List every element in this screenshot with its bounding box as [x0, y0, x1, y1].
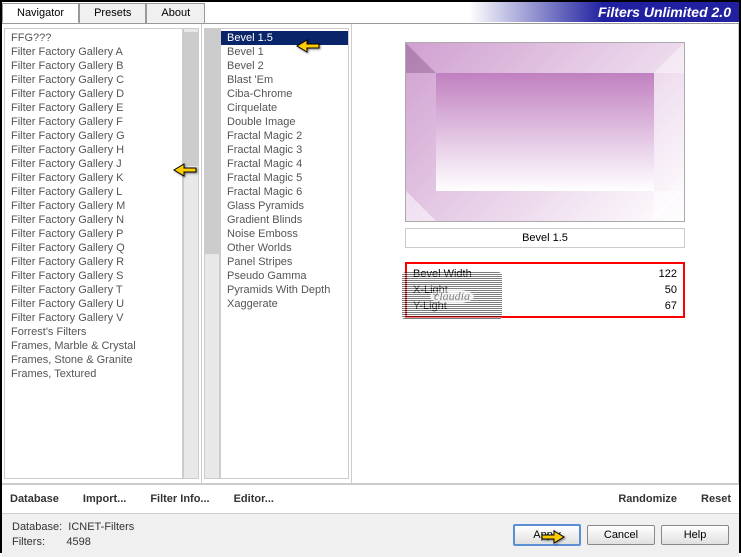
toolbar: Database Import... Filter Info... Editor…	[2, 484, 739, 514]
list-item[interactable]: Filter Factory Gallery S	[5, 269, 182, 283]
list-item[interactable]: Fractal Magic 3	[221, 143, 348, 157]
list-item[interactable]: Filter Factory Gallery U	[5, 297, 182, 311]
preview-image	[405, 42, 685, 222]
pointer-icon	[540, 525, 566, 545]
list-item[interactable]: Filter Factory Gallery J	[5, 157, 182, 171]
list-item[interactable]: Filter Factory Gallery V	[5, 311, 182, 325]
list-item[interactable]: Xaggerate	[221, 297, 348, 311]
db-info: Database: ICNET-Filters Filters: 4598	[12, 520, 134, 551]
main: FFG???Filter Factory Gallery AFilter Fac…	[2, 24, 739, 484]
filter-list[interactable]: Bevel 1.5Bevel 1Bevel 2Blast 'EmCiba-Chr…	[220, 28, 349, 479]
filter-scrollbar[interactable]	[204, 28, 220, 479]
tab-about[interactable]: About	[146, 3, 205, 23]
list-item[interactable]: Filter Factory Gallery Q	[5, 241, 182, 255]
list-item[interactable]: Fractal Magic 5	[221, 171, 348, 185]
pointer-icon	[172, 158, 198, 178]
list-item[interactable]: Filter Factory Gallery C	[5, 73, 182, 87]
scroll-thumb[interactable]	[205, 29, 219, 254]
reset-button[interactable]: Reset	[701, 491, 731, 507]
list-item[interactable]: Filter Factory Gallery M	[5, 199, 182, 213]
scroll-thumb[interactable]	[184, 32, 198, 167]
list-item[interactable]: Forrest's Filters	[5, 325, 182, 339]
import-button[interactable]: Import...	[83, 491, 126, 507]
filter-name-label: Bevel 1.5	[405, 228, 685, 248]
list-item[interactable]: Cirquelate	[221, 101, 348, 115]
list-item[interactable]: Fractal Magic 2	[221, 129, 348, 143]
list-item[interactable]: Blast 'Em	[221, 73, 348, 87]
filter-panel: Bevel 1.5Bevel 1Bevel 2Blast 'EmCiba-Chr…	[202, 24, 352, 483]
list-item[interactable]: Filter Factory Gallery P	[5, 227, 182, 241]
list-item[interactable]: Filter Factory Gallery G	[5, 129, 182, 143]
filter-info-button[interactable]: Filter Info...	[150, 491, 209, 507]
preview-panel: Bevel 1.5 Bevel Width 122 X-Light 50 Y-L…	[352, 24, 739, 483]
list-item[interactable]: Noise Emboss	[221, 227, 348, 241]
list-item[interactable]: Bevel 1	[221, 45, 348, 59]
list-item[interactable]: Fractal Magic 6	[221, 185, 348, 199]
footer: Database: ICNET-Filters Filters: 4598 Ap…	[2, 514, 739, 557]
list-item[interactable]: Pseudo Gamma	[221, 269, 348, 283]
list-item[interactable]: Ciba-Chrome	[221, 87, 348, 101]
list-item[interactable]: Filter Factory Gallery B	[5, 59, 182, 73]
tabs: Navigator Presets About	[2, 3, 205, 23]
list-item[interactable]: Frames, Marble & Crystal	[5, 339, 182, 353]
category-list[interactable]: FFG???Filter Factory Gallery AFilter Fac…	[4, 28, 183, 479]
param-value: 122	[659, 268, 677, 280]
tab-navigator[interactable]: Navigator	[2, 3, 79, 23]
list-item[interactable]: Bevel 2	[221, 59, 348, 73]
list-item[interactable]: Filter Factory Gallery T	[5, 283, 182, 297]
list-item[interactable]: Double Image	[221, 115, 348, 129]
header: Navigator Presets About Filters Unlimite…	[2, 2, 739, 24]
list-item[interactable]: Fractal Magic 4	[221, 157, 348, 171]
app-window: Navigator Presets About Filters Unlimite…	[0, 0, 741, 553]
list-item[interactable]: Panel Stripes	[221, 255, 348, 269]
category-panel: FFG???Filter Factory Gallery AFilter Fac…	[2, 24, 202, 483]
app-title: Filters Unlimited 2.0	[469, 2, 739, 22]
list-item[interactable]: Gradient Blinds	[221, 213, 348, 227]
pointer-icon	[295, 34, 321, 54]
list-item[interactable]: Filter Factory Gallery R	[5, 255, 182, 269]
list-item[interactable]: Glass Pyramids	[221, 199, 348, 213]
list-item[interactable]: Filter Factory Gallery N	[5, 213, 182, 227]
list-item[interactable]: Bevel 1.5	[221, 31, 348, 45]
cancel-button[interactable]: Cancel	[587, 525, 655, 545]
list-item[interactable]: Other Worlds	[221, 241, 348, 255]
list-item[interactable]: Pyramids With Depth	[221, 283, 348, 297]
list-item[interactable]: Filter Factory Gallery E	[5, 101, 182, 115]
category-scrollbar[interactable]	[183, 28, 199, 479]
list-item[interactable]: Filter Factory Gallery D	[5, 87, 182, 101]
param-value: 50	[665, 284, 677, 296]
editor-button[interactable]: Editor...	[234, 491, 274, 507]
param-value: 67	[665, 300, 677, 312]
list-item[interactable]: Frames, Stone & Granite	[5, 353, 182, 367]
list-item[interactable]: Frames, Textured	[5, 367, 182, 381]
watermark: claudia	[402, 272, 502, 320]
list-item[interactable]: Filter Factory Gallery F	[5, 115, 182, 129]
database-button[interactable]: Database	[10, 491, 59, 507]
tab-presets[interactable]: Presets	[79, 3, 146, 23]
help-button[interactable]: Help	[661, 525, 729, 545]
list-item[interactable]: FFG???	[5, 31, 182, 45]
randomize-button[interactable]: Randomize	[618, 491, 677, 507]
list-item[interactable]: Filter Factory Gallery H	[5, 143, 182, 157]
list-item[interactable]: Filter Factory Gallery A	[5, 45, 182, 59]
list-item[interactable]: Filter Factory Gallery L	[5, 185, 182, 199]
list-item[interactable]: Filter Factory Gallery K	[5, 171, 182, 185]
